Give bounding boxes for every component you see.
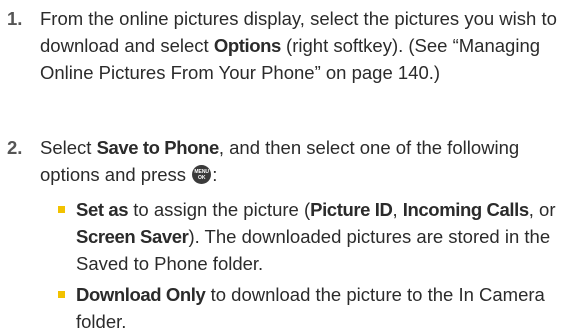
step-number: 1. xyxy=(7,8,23,29)
bullet-square-icon xyxy=(58,291,65,298)
manual-page: 1. From the online pictures display, sel… xyxy=(0,0,572,333)
option-text: Set as to assign the picture (Picture ID… xyxy=(76,199,556,274)
step-number: 2. xyxy=(7,137,23,158)
step-text: Select Save to Phone, and then select on… xyxy=(40,137,520,185)
step-text: From the online pictures display, select… xyxy=(40,8,557,83)
bullet-square-icon xyxy=(58,206,65,213)
options-softkey-label: Options xyxy=(213,35,281,56)
save-to-phone-label: Save to Phone xyxy=(96,137,220,158)
option-text: Download Only to download the picture to… xyxy=(76,284,545,332)
menu-ok-key-icon: MENU OK xyxy=(192,165,212,184)
